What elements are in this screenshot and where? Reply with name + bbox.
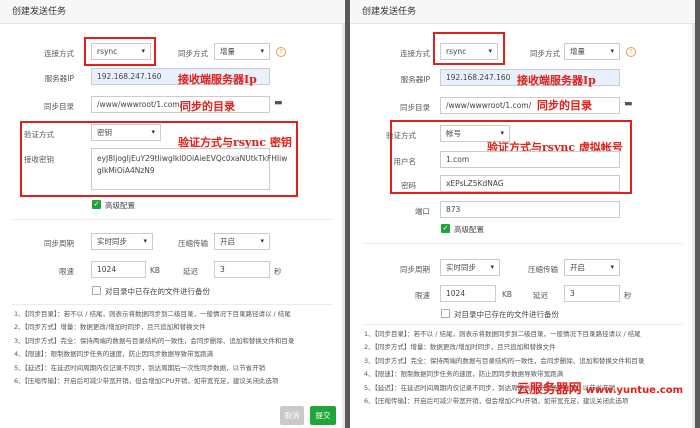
advanced-checkbox[interactable]: ✓	[92, 200, 101, 209]
connection-label: 连接方式	[44, 49, 74, 58]
port-label: 端口	[415, 207, 430, 216]
delay-label: 延迟	[533, 291, 548, 300]
sec-unit: 秒	[624, 291, 632, 300]
limit-label: 限速	[415, 291, 430, 300]
highlight-box	[84, 37, 156, 66]
server-ip-label: 服务器IP	[44, 74, 74, 83]
chevron-down-icon: ▾	[260, 47, 264, 55]
left-dialog: 创建发送任务 连接方式 rsync ▾ 同步方式 增量 ▾ ? 服务器IP 192.…	[0, 0, 345, 428]
auth-label: 验证方式	[386, 131, 416, 140]
note-line: 6、【压缩传输】：开启后可减少带宽开销，但会增加CPU开销，如带宽充足，建议关闭…	[364, 397, 629, 406]
sync-dir-label: 同步目录	[400, 103, 430, 112]
delay-label: 延迟	[183, 267, 198, 276]
sync-mode-label: 同步方式	[530, 49, 560, 58]
note-line: 5、【延迟】：在延迟时间周期内仅记录不同步，到达周期后一次性同步数据，以节省开销	[14, 363, 266, 372]
help-icon[interactable]: ?	[626, 47, 636, 57]
sync-dir-label: 同步目录	[44, 102, 74, 111]
server-ip-label: 服务器IP	[400, 75, 430, 84]
compress-select[interactable]: 开启 ▾	[564, 259, 620, 276]
chevron-down-icon: ▾	[260, 237, 264, 245]
advanced-label: 高级配置	[454, 225, 484, 234]
note-line: 2、【同步方式】增量：数据更改/增加时同步，且只追加和替换文件	[14, 323, 206, 332]
dialog-title: 创建发送任务	[350, 0, 695, 24]
password-input[interactable]: xEPsLZ5KdNAG	[440, 175, 620, 192]
sync-dir-input[interactable]: /www/wwwroot/1.com/	[440, 97, 620, 114]
recv-key-label: 接收密钥	[24, 155, 54, 164]
cancel-button[interactable]: 取消	[280, 406, 304, 425]
backup-checkbox[interactable]	[92, 286, 101, 295]
right-dialog: 创建发送任务 连接方式 rsync ▾ 同步方式 增量 ▾ ? 服务器IP 192.…	[350, 0, 695, 428]
note-line: 3、【同步方式】完全：保持两端的数据与目录结构的一致性，会同步删除、追加和替换文…	[364, 356, 645, 365]
scrollbar[interactable]	[342, 24, 345, 428]
advanced-label: 高级配置	[105, 201, 135, 210]
watermark: 云服务器网 www.yuntue.com	[516, 382, 683, 397]
advanced-checkbox[interactable]: ✓	[441, 224, 450, 233]
backup-checkbox[interactable]	[441, 309, 450, 318]
annotation-dir: 同步的目录	[537, 99, 592, 112]
compress-label: 压缩传输	[178, 239, 208, 248]
period-label: 同步周期	[44, 239, 74, 248]
highlight-box	[433, 32, 505, 65]
submit-button[interactable]: 提交	[310, 406, 336, 425]
backup-label: 对目录中已存在的文件进行备份	[454, 310, 559, 319]
password-label: 密码	[401, 181, 416, 190]
period-select[interactable]: 实时同步 ▾	[440, 259, 500, 276]
compress-select[interactable]: 开启 ▾	[214, 233, 270, 250]
folder-icon[interactable]: ▬	[624, 99, 633, 109]
compress-label: 压缩传输	[528, 265, 558, 274]
divider	[362, 324, 683, 325]
chevron-down-icon: ▾	[610, 263, 614, 271]
divider	[362, 243, 683, 244]
dialog-title: 创建发送任务	[0, 0, 345, 24]
note-line: 2、【同步方式】增量：数据更改/增加时同步，且只追加和替换文件	[364, 343, 556, 352]
sync-mode-select[interactable]: 增量 ▾	[564, 43, 620, 60]
note-line: 3、【同步方式】完全：保持两端的数据与目录结构的一致性，会同步删除、追加和替换文…	[14, 336, 295, 345]
folder-icon[interactable]: ▬	[274, 98, 283, 108]
scrollbar[interactable]	[692, 24, 695, 428]
auth-label: 验证方式	[24, 130, 54, 139]
annotation-server: 接收端服务器Ip	[178, 73, 257, 86]
auth-select[interactable]: 密钥 ▾	[91, 124, 161, 141]
divider	[12, 304, 333, 305]
recv-key-textarea[interactable]: eyJ8IjogIjEuY29tIiwgIkl0OiAieEVQc0xaNUtk…	[91, 148, 287, 190]
chevron-down-icon: ▾	[151, 128, 155, 136]
delay-input[interactable]: 3	[214, 261, 270, 278]
annotation-server: 接收端服务器Ip	[517, 74, 596, 87]
port-input[interactable]: 873	[440, 201, 620, 218]
connection-label: 连接方式	[400, 49, 430, 58]
chevron-down-icon: ▾	[143, 237, 147, 245]
note-line: 6、【压缩传输】：开启后可减少带宽开销，但会增加CPU开销，如带宽充足，建议关闭…	[14, 377, 279, 386]
help-notes: 1、【同步目录】：若不以 / 结尾，则表示将数据同步到二级目录，一般情况下目录路…	[14, 308, 334, 388]
period-select[interactable]: 实时同步 ▾	[91, 233, 153, 250]
user-label: 用户名	[393, 157, 417, 166]
user-input[interactable]: 1.com	[440, 151, 620, 168]
backup-label: 对目录中已存在的文件进行备份	[105, 287, 210, 296]
help-icon[interactable]: ?	[276, 47, 286, 57]
divider	[12, 219, 333, 220]
note-line: 4、【限速】：限制数据同步任务的速度，防止因同步数据导致带宽跑满	[14, 350, 214, 359]
sync-mode-select[interactable]: 增量 ▾	[214, 43, 270, 60]
note-line: 1、【同步目录】：若不以 / 结尾，则表示将数据同步到二级目录，一般情况下目录路…	[364, 330, 641, 338]
note-line: 1、【同步目录】：若不以 / 结尾，则表示将数据同步到二级目录，一般情况下目录路…	[14, 310, 291, 318]
period-label: 同步周期	[400, 265, 430, 274]
chevron-down-icon: ▾	[490, 263, 494, 271]
delay-input[interactable]: 3	[564, 285, 620, 302]
limit-label: 限速	[59, 267, 74, 276]
chevron-down-icon: ▾	[610, 47, 614, 55]
annotation-dir: 同步的目录	[180, 100, 235, 113]
sync-mode-label: 同步方式	[178, 49, 208, 58]
sec-unit: 秒	[274, 267, 282, 276]
